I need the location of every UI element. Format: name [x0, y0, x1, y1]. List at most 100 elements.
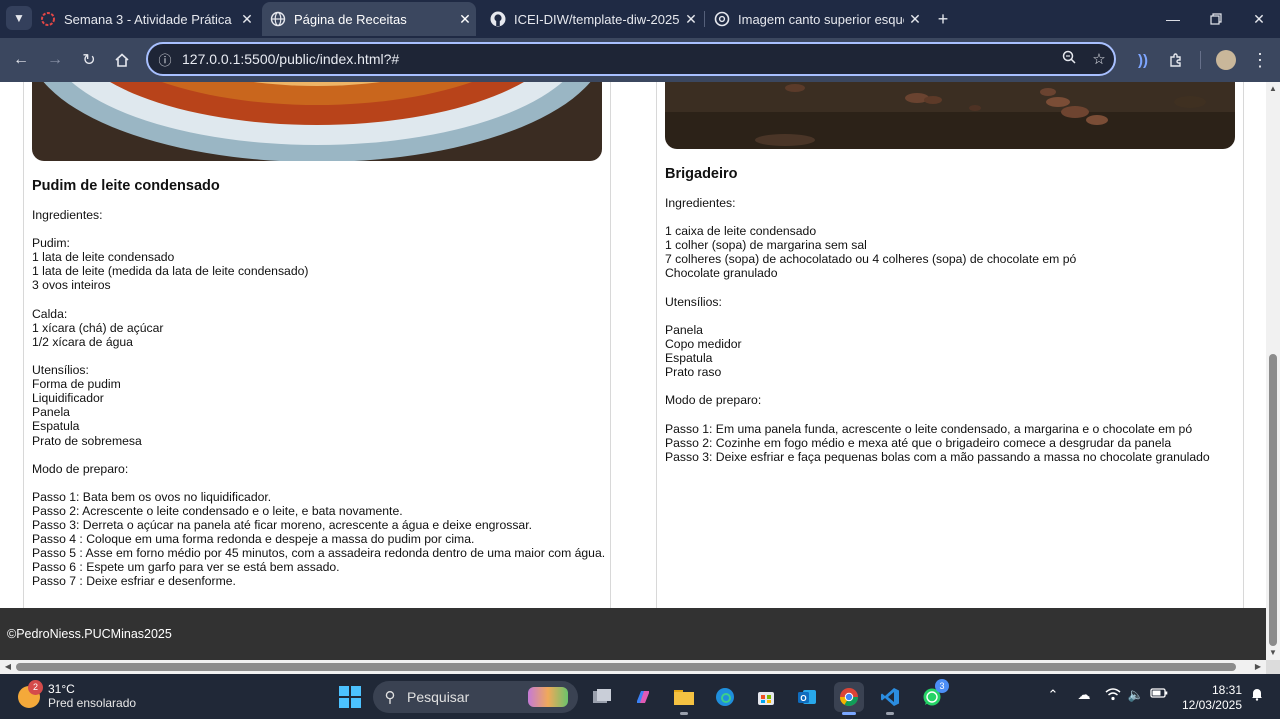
- chrome-icon[interactable]: [834, 682, 864, 715]
- search-highlight-icon: [528, 687, 568, 707]
- task-view-icon[interactable]: [587, 682, 617, 712]
- search-placeholder: Pesquisar: [407, 689, 470, 705]
- tab-strip: ▼ Semana 3 - Atividade Prática ✕ Página …: [0, 0, 1280, 38]
- horizontal-scrollbar[interactable]: ◀ ▶: [0, 660, 1266, 674]
- file-explorer-icon[interactable]: [669, 682, 699, 715]
- search-icon: ⚲: [384, 689, 396, 706]
- recipe-line: 7 colheres (sopa) de achocolatado ou 4 c…: [665, 252, 1077, 267]
- outlook-icon[interactable]: O: [792, 682, 822, 712]
- back-button[interactable]: ←: [8, 47, 34, 73]
- scrollbar-corner: [1266, 660, 1280, 674]
- new-tab-button[interactable]: +: [932, 8, 954, 30]
- clock-date: 12/03/2025: [1181, 698, 1242, 712]
- recipe-line: Passo 3: Deixe esfriar e faça pequenas b…: [665, 449, 1210, 464]
- restore-button[interactable]: [1193, 0, 1239, 38]
- recipe-title: Brigadeiro: [665, 166, 738, 182]
- forward-button[interactable]: →: [42, 47, 68, 73]
- scroll-right-arrow-icon[interactable]: ▶: [1252, 660, 1264, 674]
- weather-temperature: 31°C: [48, 682, 75, 696]
- battery-icon[interactable]: [1148, 687, 1170, 702]
- copilot-icon[interactable]: [628, 682, 658, 712]
- browser-menu-icon[interactable]: ⋮: [1247, 47, 1273, 73]
- recipe-line: Chocolate granulado: [665, 266, 778, 281]
- close-tab-icon[interactable]: ✕: [236, 11, 258, 28]
- footer-text: ©PedroNiess.PUCMinas2025: [7, 627, 172, 641]
- bookmark-star-icon[interactable]: ☆: [1084, 50, 1114, 68]
- tab-pagina-de-receitas[interactable]: Página de Receitas ✕: [262, 2, 476, 36]
- close-window-button[interactable]: ✕: [1236, 0, 1280, 38]
- sun-icon: 2: [18, 679, 43, 708]
- edge-icon[interactable]: [710, 682, 740, 712]
- volume-icon[interactable]: 🔈: [1125, 687, 1147, 703]
- home-button[interactable]: [109, 47, 135, 73]
- tab-search-button[interactable]: ▼: [6, 6, 32, 30]
- github-icon: [490, 11, 506, 27]
- recipe-line: 1 lata de leite condensado: [32, 250, 175, 265]
- horizontal-scroll-thumb[interactable]: [16, 663, 1236, 671]
- scroll-down-arrow-icon[interactable]: ▼: [1266, 648, 1280, 660]
- extensions-icon[interactable]: [1163, 47, 1189, 73]
- recipe-line: Utensílios:: [665, 294, 722, 309]
- browser-toolbar: ← → ↻ ⓘ 127.0.0.1:5500/public/index.html…: [0, 38, 1280, 82]
- recipe-line: Espatula: [32, 419, 80, 434]
- reload-button[interactable]: ↻: [76, 47, 102, 73]
- address-bar[interactable]: ⓘ 127.0.0.1:5500/public/index.html?# ☆: [146, 42, 1116, 76]
- recipe-brigadeiro: Brigadeiro Ingredientes: 1 caixa de leite…: [665, 166, 1237, 464]
- recipe-line: Calda:: [32, 306, 68, 321]
- tab-github[interactable]: ICEI-DIW/template-diw-20251- ✕: [490, 2, 702, 36]
- whatsapp-badge: 3: [935, 679, 949, 693]
- site-info-icon[interactable]: ⓘ: [148, 50, 182, 69]
- page-viewport: Pudim de leite condensado Ingredientes: P…: [0, 82, 1266, 660]
- windows-start-icon[interactable]: [339, 686, 361, 708]
- zoom-icon[interactable]: [1054, 50, 1084, 68]
- weather-condition: Pred ensolarado: [48, 696, 137, 710]
- recipe-line: Forma de pudim: [32, 377, 121, 392]
- tab-chatgpt[interactable]: Imagem canto superior esquerd ✕: [714, 2, 926, 36]
- url-text[interactable]: 127.0.0.1:5500/public/index.html?#: [182, 51, 1054, 67]
- profile-avatar[interactable]: [1213, 47, 1239, 73]
- recipe-line: Passo 5 : Asse em forno médio por 45 min…: [32, 546, 606, 561]
- recipe-line: 3 ovos inteiros: [32, 278, 111, 293]
- globe-icon: [270, 11, 286, 27]
- recipe-line: Passo 1: Em uma panela funda, acrescente…: [665, 421, 1193, 436]
- close-tab-icon[interactable]: ✕: [680, 11, 702, 28]
- wifi-icon[interactable]: [1102, 687, 1124, 704]
- microsoft-store-icon[interactable]: [751, 682, 781, 712]
- tray-chevron-icon[interactable]: ⌃: [1042, 687, 1064, 703]
- whatsapp-icon[interactable]: 3: [917, 679, 949, 712]
- minimize-button[interactable]: —: [1150, 0, 1196, 38]
- recipe-line: 1/2 xícara de água: [32, 334, 133, 349]
- read-aloud-icon[interactable]: )): [1130, 47, 1156, 73]
- taskbar-clock[interactable]: 18:31 12/03/2025: [1180, 683, 1242, 713]
- tab-title: Imagem canto superior esquerd: [738, 11, 904, 27]
- tab-semana-3[interactable]: Semana 3 - Atividade Prática ✕: [40, 2, 258, 36]
- close-tab-icon[interactable]: ✕: [904, 11, 926, 28]
- recipe-title: Pudim de leite condensado: [32, 178, 220, 194]
- close-tab-icon[interactable]: ✕: [454, 11, 476, 28]
- pudim-photo: [32, 82, 602, 161]
- vertical-scroll-thumb[interactable]: [1269, 354, 1277, 646]
- restore-icon: [1210, 13, 1222, 25]
- scroll-left-arrow-icon[interactable]: ◀: [2, 660, 14, 674]
- notifications-icon[interactable]: [1246, 687, 1268, 704]
- recipe-line: Passo 6 : Espete um garfo para ver se es…: [32, 560, 340, 575]
- recipe-line: Passo 3: Derreta o açúcar na panela até …: [32, 518, 532, 533]
- recipe-line: 1 caixa de leite condensado: [665, 224, 817, 239]
- recipe-line: Prato de sobremesa: [32, 433, 142, 448]
- weather-widget[interactable]: 2 31°C Pred ensolarado: [18, 679, 137, 711]
- recipe-line: Passo 1: Bata bem os ovos no liquidifica…: [32, 489, 272, 504]
- vertical-scrollbar[interactable]: ▲ ▼: [1266, 82, 1280, 660]
- scroll-up-arrow-icon[interactable]: ▲: [1266, 84, 1280, 96]
- vscode-icon[interactable]: [875, 682, 905, 715]
- recipe-line: Pudim:: [32, 236, 70, 251]
- recipe-line: Panela: [32, 405, 70, 420]
- onedrive-cloud-icon[interactable]: ☁: [1073, 687, 1095, 703]
- recipe-line: Ingredientes:: [32, 208, 103, 222]
- recipe-line: Passo 4 : Coloque em uma forma redonda e…: [32, 532, 475, 547]
- tab-title: Semana 3 - Atividade Prática: [64, 11, 232, 27]
- taskbar-search[interactable]: ⚲ Pesquisar: [373, 681, 578, 713]
- recipe-line: Liquidificador: [32, 391, 104, 406]
